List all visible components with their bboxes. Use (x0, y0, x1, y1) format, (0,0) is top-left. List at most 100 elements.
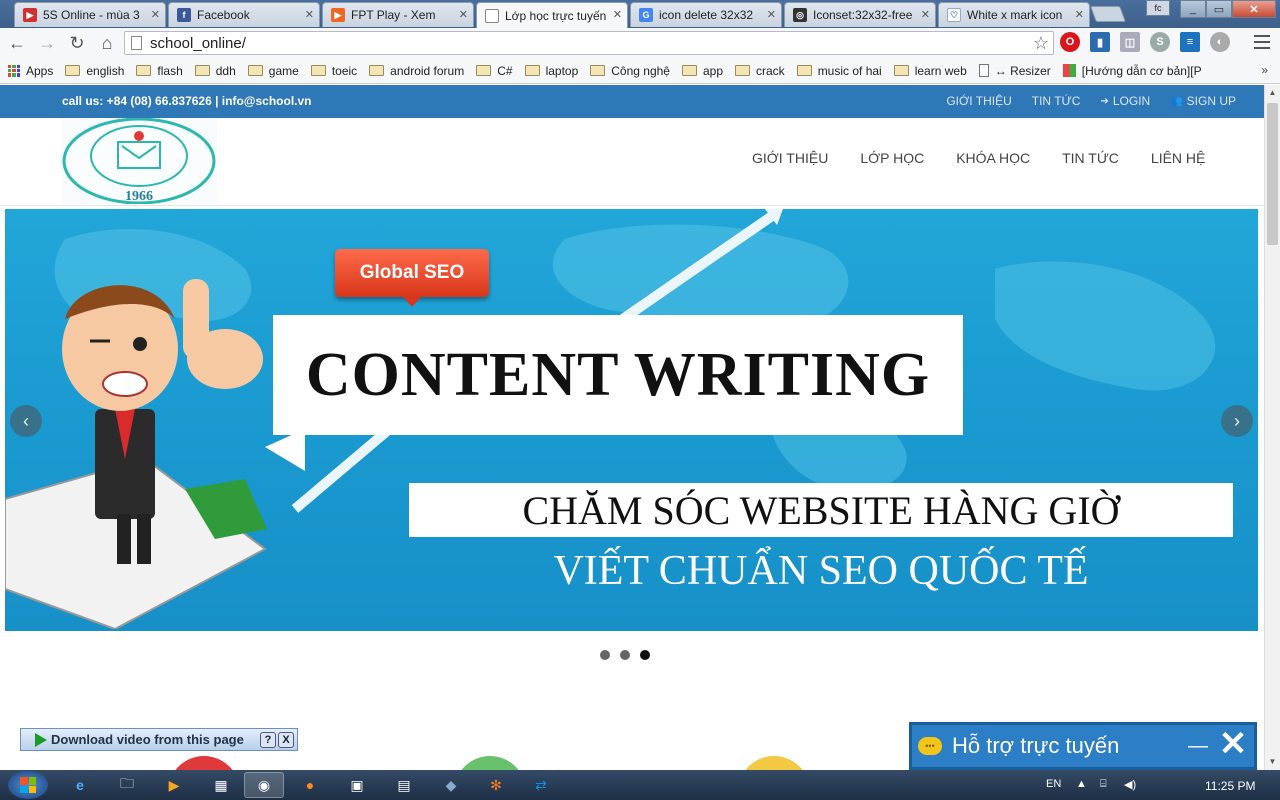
layers-extension-icon[interactable]: ≡ (1180, 32, 1200, 52)
tab-close-icon[interactable]: ✕ (613, 8, 622, 21)
page-scrollbar[interactable]: ▲ ▼ (1264, 85, 1280, 770)
maximize-window-button[interactable]: ▭ (1206, 0, 1232, 18)
nav-gioi-thieu[interactable]: GIỚI THIỆU (752, 150, 828, 166)
taskbar-network-icon[interactable]: ▣ (337, 772, 377, 798)
tab-close-icon[interactable]: ✕ (151, 8, 160, 21)
support-close-button[interactable]: ✕ (1216, 727, 1250, 763)
taskbar-virtualbox-icon[interactable]: ◆ (431, 772, 471, 798)
tab-title: Iconset:32x32-free (813, 8, 913, 22)
bookmark-folder[interactable]: music of hai (796, 64, 882, 78)
address-bar[interactable]: school_online/ ☆ (124, 31, 1054, 55)
taskbar-media-player-icon[interactable]: ▶ (154, 772, 194, 798)
back-button[interactable]: ← (4, 30, 30, 56)
tab-fpt-play[interactable]: ▶ FPT Play - Xem ✕ (322, 2, 474, 27)
taskbar-file-explorer-icon[interactable]: 🗀 (107, 772, 147, 798)
taskbar-clock[interactable]: 11:25 PM (1205, 779, 1255, 793)
taskbar-firefox-icon[interactable]: ● (290, 772, 330, 798)
reload-button[interactable]: ↻ (64, 30, 90, 56)
puzzle-extension-icon[interactable]: ◫ (1120, 32, 1140, 52)
bookmark-folder[interactable]: Công nghệ (590, 64, 670, 78)
bookmark-apps[interactable]: Apps (8, 64, 53, 78)
feature-circle-red[interactable] (168, 756, 240, 770)
bookmark-folder[interactable]: crack (735, 64, 785, 78)
bookmark-huong-dan[interactable]: [Hướng dẫn cơ bản][P (1062, 64, 1202, 78)
taskbar-chrome-icon[interactable]: ◉ (244, 772, 284, 798)
slider-prev-button[interactable]: ‹ (10, 405, 42, 437)
bookmark-folder[interactable]: laptop (524, 64, 578, 78)
taskbar-terminal-icon[interactable]: ▤ (384, 772, 424, 798)
login-icon: ➔ (1100, 95, 1109, 107)
tab-close-icon[interactable]: ✕ (921, 8, 930, 21)
slider-dot-2[interactable] (620, 650, 630, 660)
bookmark-resizer[interactable]: ↔ Resizer (978, 64, 1051, 78)
topnav-login-link[interactable]: ➔ LOGIN (1100, 94, 1150, 108)
slider-dot-1[interactable] (600, 650, 610, 660)
bookmarks-overflow-button[interactable]: » (1261, 63, 1268, 77)
tab-5s-online[interactable]: ▶ 5S Online - mùa 3 ✕ (14, 2, 166, 27)
taskbar-xampp-icon[interactable]: ✻ (476, 772, 516, 798)
volume-tray-icon[interactable]: ◀) (1124, 778, 1138, 792)
bookmark-folder[interactable]: learn web (893, 64, 967, 78)
scroll-up-icon[interactable]: ▲ (1265, 85, 1280, 101)
home-button[interactable]: ⌂ (94, 30, 120, 56)
topnav-about-link[interactable]: GIỚI THIỆU (946, 94, 1011, 108)
school-logo[interactable]: 1966 (62, 117, 217, 205)
slider-next-button[interactable]: › (1221, 405, 1253, 437)
help-button[interactable]: ? (260, 731, 276, 748)
tab-facebook[interactable]: f Facebook ✕ (168, 2, 320, 27)
new-tab-button[interactable] (1090, 6, 1126, 22)
tab-close-icon[interactable]: ✕ (459, 8, 468, 21)
close-download-bar-button[interactable]: X (278, 731, 294, 748)
tab-white-x-mark[interactable]: ♡ White x mark icon ✕ (938, 2, 1090, 27)
bookmark-folder[interactable]: android forum (369, 64, 464, 78)
google-favicon-icon: G (639, 8, 653, 22)
bookmark-folder[interactable]: C# (476, 64, 513, 78)
download-video-button[interactable]: Download video from this page (51, 732, 244, 747)
tab-iconset[interactable]: ◎ Iconset:32x32-free ✕ (784, 2, 936, 27)
nav-khoa-hoc[interactable]: KHÓA HỌC (956, 150, 1030, 166)
language-indicator[interactable]: EN (1046, 778, 1061, 790)
network-tray-icon[interactable]: ⌸ (1100, 778, 1114, 792)
bookmark-folder[interactable]: ddh (194, 64, 236, 78)
bookmark-star-icon[interactable]: ☆ (1033, 33, 1049, 54)
nav-tin-tuc[interactable]: TIN TỨC (1062, 150, 1119, 166)
bookmark-folder[interactable]: flash (136, 64, 183, 78)
support-minimize-button[interactable]: — (1188, 735, 1208, 758)
bookmark-folder[interactable]: app (681, 64, 723, 78)
taskbar-teamviewer-icon[interactable]: ⇄ (521, 772, 561, 798)
opera-extension-icon[interactable]: O (1060, 32, 1080, 52)
nav-lop-hoc[interactable]: LỚP HỌC (860, 150, 924, 166)
tab-close-icon[interactable]: ✕ (1075, 8, 1084, 21)
minimize-window-button[interactable]: _ (1180, 0, 1206, 18)
bookmark-folder[interactable]: toeic (310, 64, 357, 78)
start-button[interactable] (8, 771, 48, 799)
bookmark-extension-icon[interactable]: ▮ (1090, 32, 1110, 52)
topnav-signup-link[interactable]: 👥 SIGN UP (1170, 94, 1236, 108)
scroll-down-icon[interactable]: ▼ (1265, 754, 1280, 770)
topnav-news-link[interactable]: TIN TỨC (1032, 94, 1081, 108)
profile-button[interactable]: fc (1146, 0, 1170, 16)
online-support-widget[interactable]: ••• Hỗ trợ trực tuyến — ✕ (909, 722, 1257, 770)
tray-expand-icon[interactable]: ▲ (1076, 778, 1090, 792)
nav-lien-he[interactable]: LIÊN HỆ (1151, 150, 1205, 166)
tab-lop-hoc-truc-tuyen[interactable]: Lớp học trực tuyến ✕ (476, 2, 628, 28)
globe-extension-icon[interactable]: ◐ (1210, 32, 1230, 52)
slider-dot-3[interactable] (640, 650, 650, 660)
chrome-menu-icon[interactable] (1254, 35, 1270, 49)
support-title: Hỗ trợ trực tuyến (952, 733, 1120, 758)
taskbar-internet-explorer-icon[interactable]: e (60, 772, 100, 798)
feature-circle-green[interactable] (454, 756, 526, 770)
scrollbar-thumb[interactable] (1267, 103, 1278, 245)
tab-icon-delete[interactable]: G icon delete 32x32 ✕ (630, 2, 782, 27)
bookmark-folder[interactable]: english (65, 64, 124, 78)
feature-circle-yellow[interactable] (738, 756, 810, 770)
tab-close-icon[interactable]: ✕ (767, 8, 776, 21)
forward-button[interactable]: → (34, 30, 60, 56)
tab-close-icon[interactable]: ✕ (305, 8, 314, 21)
close-window-button[interactable]: ✕ (1232, 0, 1276, 18)
bookmark-folder[interactable]: game (247, 64, 299, 78)
skype-extension-icon[interactable]: S (1150, 32, 1170, 52)
taskbar-paint-icon[interactable]: ▦ (201, 772, 241, 798)
slider-indicators (600, 650, 650, 660)
tab-title: Facebook (197, 8, 250, 22)
